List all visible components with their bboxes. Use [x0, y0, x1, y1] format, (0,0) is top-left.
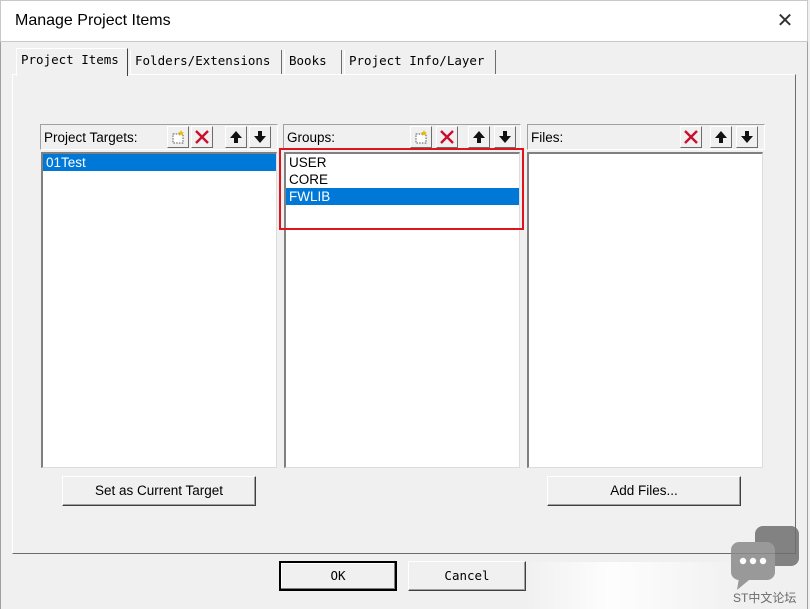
tab-books[interactable]: Books [284, 50, 342, 74]
new-icon[interactable] [167, 126, 189, 148]
tab-project-items[interactable]: Project Items [16, 48, 128, 76]
targets-list[interactable]: 01Test [41, 152, 277, 468]
targets-label: Project Targets: [44, 130, 138, 145]
tab-project-info-layer[interactable]: Project Info/Layer [344, 50, 496, 74]
set-as-current-target-button[interactable]: Set as Current Target [62, 476, 256, 506]
targets-header: Project Targets: [40, 124, 278, 150]
move-down-icon[interactable] [494, 126, 516, 148]
move-up-icon[interactable] [468, 126, 490, 148]
groups-header: Groups: [283, 124, 521, 150]
list-item[interactable]: USER [286, 154, 519, 171]
groups-list[interactable]: USER CORE FWLIB [284, 152, 520, 468]
title-bar: Manage Project Items ✕ [0, 0, 808, 42]
image-fade [524, 562, 744, 609]
forum-logo-icon [731, 526, 799, 590]
list-item[interactable]: CORE [286, 171, 519, 188]
files-label: Files: [531, 130, 564, 145]
move-up-icon[interactable] [225, 126, 247, 148]
tab-label: Books [289, 53, 327, 68]
delete-icon[interactable] [680, 126, 702, 148]
tab-label: Project Info/Layer [349, 53, 485, 68]
move-down-icon[interactable] [736, 126, 758, 148]
delete-icon[interactable] [436, 126, 458, 148]
tab-label: Project Items [21, 52, 119, 67]
window-title: Manage Project Items [15, 12, 171, 29]
move-down-icon[interactable] [249, 126, 271, 148]
watermark-text: ST中文论坛 [733, 591, 797, 605]
ok-button[interactable]: OK [279, 561, 397, 591]
add-files-button[interactable]: Add Files... [547, 476, 741, 506]
delete-icon[interactable] [191, 126, 213, 148]
tab-folders-extensions[interactable]: Folders/Extensions [130, 50, 282, 74]
tab-label: Folders/Extensions [135, 53, 271, 68]
close-icon[interactable]: ✕ [771, 7, 799, 35]
new-icon[interactable] [410, 126, 432, 148]
list-item[interactable]: 01Test [43, 154, 276, 171]
move-up-icon[interactable] [710, 126, 732, 148]
cancel-button[interactable]: Cancel [408, 561, 526, 591]
groups-label: Groups: [287, 130, 336, 145]
files-list[interactable] [527, 152, 763, 468]
files-header: Files: [527, 124, 765, 150]
list-item[interactable]: FWLIB [286, 188, 519, 205]
